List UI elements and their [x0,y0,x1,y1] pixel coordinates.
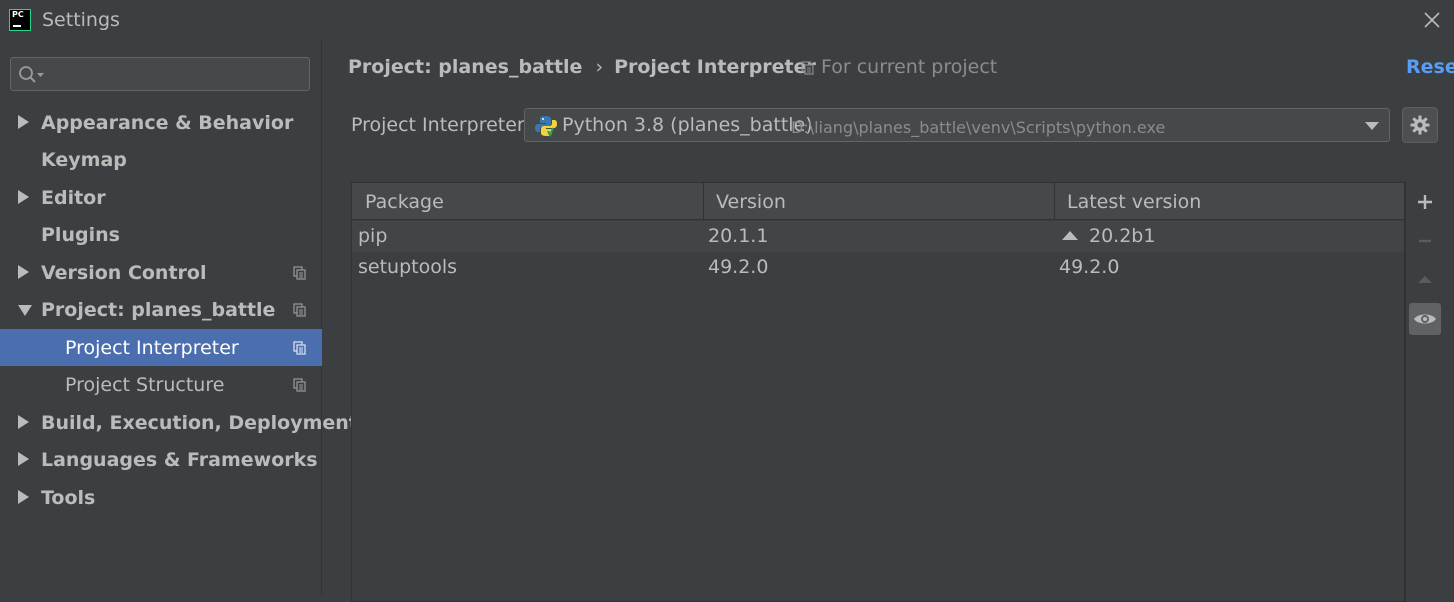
copy-scope-icon [293,303,306,317]
sidebar-item-label: Plugins [41,224,120,246]
sidebar-item-label: Version Control [41,262,207,284]
copy-scope-icon [293,341,306,355]
eye-icon[interactable] [1409,303,1441,335]
sidebar-item-build-execution-deployment[interactable]: Build, Execution, Deployment [0,404,358,441]
reset-link[interactable]: Reset [1406,56,1454,78]
breadcrumb-separator: › [595,56,604,78]
package-version: 20.1.1 [708,225,769,247]
column-divider[interactable] [703,183,704,220]
column-header-package[interactable]: Package [365,191,444,213]
copy-scope-icon [293,266,306,280]
settings-content: Project: planes_battle › Project Interpret… [323,41,1454,602]
sidebar-item-label: Build, Execution, Deployment [41,412,358,434]
sidebar-item-label: Tools [41,487,96,509]
copy-scope-icon [293,378,306,392]
expand-arrow-icon[interactable] [18,115,29,129]
sidebar-item-plugins[interactable]: Plugins [0,216,322,253]
title-bar: PC Settings [0,0,1454,41]
table-row[interactable]: pip 20.1.1 20.2b1 [352,221,1404,252]
interpreter-label: Project Interpreter: [351,114,531,136]
interpreter-name: Python 3.8 (planes_battle) [562,114,813,136]
expand-arrow-icon[interactable] [18,415,29,429]
table-row[interactable]: setuptools 49.2.0 49.2.0 [352,252,1404,283]
sidebar-item-languages-frameworks[interactable]: Languages & Frameworks [0,441,322,478]
sidebar-item-tools[interactable]: Tools [0,479,322,516]
chevron-down-icon[interactable] [1365,122,1379,130]
interpreter-path: D:\liang\planes_battle\venv\Scripts\pyth… [791,118,1166,137]
close-icon[interactable] [1420,8,1444,32]
package-toolbar [1405,182,1443,602]
package-name: setuptools [358,256,458,278]
search-icon [19,66,44,83]
scope-indicator: For current project [801,56,997,78]
sidebar-item-project-structure[interactable]: Project Structure [0,366,322,403]
sidebar-item-keymap[interactable]: Keymap [0,141,322,178]
column-header-latest-version[interactable]: Latest version [1067,191,1201,213]
settings-sidebar: Appearance & Behavior Keymap Editor Plug… [0,41,358,594]
upgrade-icon[interactable] [1409,264,1441,296]
package-name: pip [358,225,388,247]
sidebar-item-label: Project Interpreter [65,337,239,359]
sidebar-item-label: Editor [41,187,106,209]
interpreter-select[interactable]: Python 3.8 (planes_battle) D:\liang\plan… [524,108,1390,142]
sidebar-item-label: Project: planes_battle [41,299,276,321]
expand-arrow-icon[interactable] [18,490,29,504]
column-divider[interactable] [1054,183,1055,220]
window-title: Settings [42,9,120,31]
package-latest-value: 49.2.0 [1059,256,1120,278]
search-input[interactable] [10,57,310,91]
interpreter-settings-button[interactable] [1402,107,1438,143]
sidebar-item-label: Project Structure [65,374,225,396]
package-latest: 20.2b1 [1062,225,1155,247]
sidebar-item-label: Appearance & Behavior [41,112,294,134]
sidebar-item-project-interpreter[interactable]: Project Interpreter [0,329,322,366]
expand-arrow-icon[interactable] [18,190,29,204]
pycharm-logo-icon: PC [9,9,31,31]
sidebar-item-project[interactable]: Project: planes_battle [0,291,322,328]
sidebar-item-label: Keymap [41,149,127,171]
expand-arrow-icon[interactable] [18,452,29,466]
sidebar-item-label: Languages & Frameworks [41,449,318,471]
column-header-version[interactable]: Version [716,191,786,213]
sidebar-item-version-control[interactable]: Version Control [0,254,322,291]
scope-text: For current project [821,56,998,78]
breadcrumb: Project: planes_battle › Project Interpret… [348,56,816,78]
python-icon [535,116,557,137]
packages-table[interactable]: Package Version Latest version pip 20.1.… [351,182,1405,602]
package-latest-value: 20.2b1 [1089,225,1156,247]
add-icon[interactable] [1409,186,1441,218]
sidebar-item-appearance-behavior[interactable]: Appearance & Behavior [0,104,322,141]
copy-scope-icon [801,61,814,75]
breadcrumb-parent[interactable]: Project: planes_battle [348,56,582,78]
expand-arrow-icon[interactable] [18,265,29,279]
table-header: Package Version Latest version [352,183,1404,220]
collapse-arrow-icon[interactable] [18,305,32,316]
sidebar-item-editor[interactable]: Editor [0,179,322,216]
breadcrumb-current: Project Interpreter [614,56,816,78]
remove-icon[interactable] [1409,225,1441,257]
upgrade-available-icon [1062,231,1078,240]
package-version: 49.2.0 [708,256,769,278]
gear-icon [1410,115,1430,135]
